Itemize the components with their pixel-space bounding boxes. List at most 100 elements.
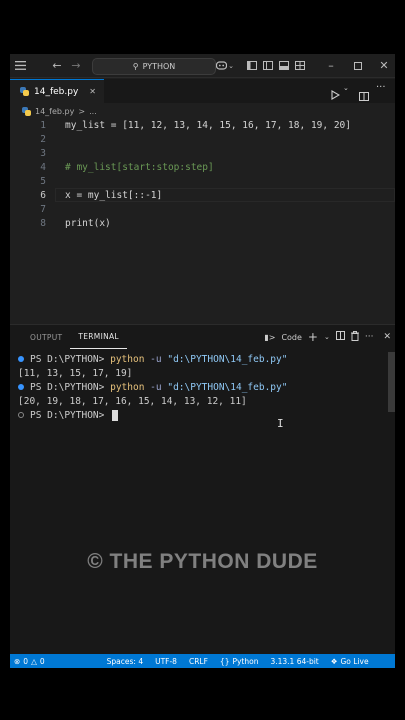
code-comment: # my_list[start:stop:step]: [65, 161, 214, 173]
braces-icon: {}: [219, 656, 230, 666]
encoding-setting[interactable]: UTF-8: [149, 657, 183, 666]
code-line: 3: [10, 146, 395, 160]
go-live-label: Go Live: [340, 656, 369, 666]
run-python-file-icon[interactable]: [331, 85, 341, 104]
breadcrumb: 14_feb.py > ...: [10, 104, 395, 118]
terminal-prompt: PS D:\PYTHON>: [30, 409, 105, 421]
mouse-ibeam-cursor-icon: I: [277, 417, 284, 430]
tab-terminal[interactable]: TERMINAL: [70, 325, 127, 349]
line-number: 8: [40, 217, 46, 229]
customize-layout-icon[interactable]: [294, 54, 306, 78]
tab-14-feb-py[interactable]: 14_feb.py ✕: [10, 79, 104, 103]
code-editor[interactable]: 1 my_list = [11, 12, 13, 14, 15, 16, 17,…: [10, 118, 395, 323]
toggle-primary-sidebar-icon[interactable]: [246, 54, 258, 78]
python-file-icon: [20, 87, 29, 96]
code-line-active: 6 x = my_list[::-1]: [10, 188, 395, 202]
terminal-command: python: [110, 381, 145, 393]
code-line: 8 print(x): [10, 216, 395, 230]
line-number: 3: [40, 147, 46, 159]
problems-indicator[interactable]: ⊗ 0 △ 0: [10, 657, 51, 666]
run-options-chevron-icon[interactable]: ⌄: [343, 84, 349, 92]
close-panel-icon[interactable]: ✕: [383, 332, 391, 342]
terminal-command: python: [110, 353, 145, 365]
python-interpreter[interactable]: 3.13.1 64-bit: [264, 657, 324, 666]
terminal-output-line: [11, 13, 15, 17, 19]: [18, 366, 388, 380]
breadcrumb-file[interactable]: 14_feb.py: [35, 107, 74, 116]
terminal-flag: -u: [150, 381, 162, 393]
trash-icon[interactable]: [350, 330, 359, 344]
tab-label: 14_feb.py: [34, 86, 79, 97]
tab-close-icon[interactable]: ✕: [89, 87, 96, 96]
line-number: 7: [40, 203, 46, 215]
line-number: 5: [40, 175, 46, 187]
terminal-path: "d:\PYTHON\14_feb.py": [167, 353, 288, 365]
line-number: 6: [40, 189, 46, 201]
editor-tab-bar: 14_feb.py ✕ ⌄ ···: [10, 79, 395, 103]
warning-count: 0: [39, 656, 45, 666]
more-actions-icon[interactable]: ···: [376, 82, 386, 93]
status-bar: ⊗ 0 △ 0 Spaces: 4 UTF-8 CRLF {} Python 3…: [10, 654, 395, 668]
breadcrumb-more[interactable]: ...: [89, 107, 97, 116]
tab-output[interactable]: OUTPUT: [22, 325, 70, 349]
command-center-label: PYTHON: [142, 62, 176, 71]
line-number: 4: [40, 161, 46, 173]
error-count: 0: [23, 656, 29, 666]
toggle-secondary-sidebar-icon[interactable]: [262, 54, 274, 78]
menu-icon[interactable]: [12, 54, 28, 78]
chevron-down-icon[interactable]: ⌄: [227, 54, 235, 78]
command-pending-dot: [18, 412, 24, 418]
code-line: 4 # my_list[start:stop:step]: [10, 160, 395, 174]
warning-icon: △: [31, 656, 37, 666]
terminal-command-line: PS D:\PYTHON> python -u "d:\PYTHON\14_fe…: [18, 352, 388, 366]
command-center-search[interactable]: ⚲ PYTHON: [92, 58, 216, 75]
terminal-output[interactable]: PS D:\PYTHON> python -u "d:\PYTHON\14_fe…: [18, 352, 388, 422]
code-line: 7: [10, 202, 395, 216]
close-icon[interactable]: ✕: [378, 54, 390, 78]
code-line: 1 my_list = [11, 12, 13, 14, 15, 16, 17,…: [10, 118, 395, 132]
error-icon: ⊗: [14, 656, 21, 666]
terminal-profile-label[interactable]: Code: [281, 333, 301, 342]
split-editor-icon[interactable]: [359, 86, 369, 105]
terminal-prompt: PS D:\PYTHON>: [30, 353, 105, 365]
watermark: © THE PYTHON DUDE: [87, 550, 318, 573]
terminal-scrollbar[interactable]: [388, 352, 395, 412]
eol-setting[interactable]: CRLF: [183, 657, 214, 666]
indentation-setting[interactable]: Spaces: 4: [101, 657, 149, 666]
new-terminal-icon[interactable]: +: [308, 330, 318, 344]
terminal-cursor: [112, 409, 119, 421]
terminal-path: "d:\PYTHON\14_feb.py": [167, 381, 288, 393]
breadcrumb-separator: >: [78, 106, 86, 116]
maximize-icon[interactable]: [352, 54, 364, 78]
toggle-panel-icon[interactable]: [278, 54, 290, 78]
terminal-output-1: [11, 13, 15, 17, 19]: [18, 367, 133, 379]
title-bar: ← → ⚲ PYTHON ⌄ – ✕: [10, 54, 395, 78]
code-text: x = my_list[::-1]: [65, 189, 163, 201]
split-terminal-icon[interactable]: [335, 331, 345, 343]
go-live-button[interactable]: ❖ Go Live: [325, 657, 375, 666]
terminal-output-line: [20, 19, 18, 17, 16, 15, 14, 13, 12, 11]: [18, 394, 388, 408]
panel-actions: ▮> Code + ⌄ ··· ✕: [264, 325, 391, 349]
code-text: my_list = [11, 12, 13, 14, 15, 16, 17, 1…: [65, 119, 351, 131]
line-number: 1: [40, 119, 46, 131]
python-file-icon: [22, 106, 31, 116]
copilot-icon[interactable]: [214, 54, 228, 78]
command-success-dot[interactable]: [18, 356, 24, 362]
terminal-output-2: [20, 19, 18, 17, 16, 15, 14, 13, 12, 11]: [18, 395, 247, 407]
terminal-dropdown-chevron-icon[interactable]: ⌄: [324, 333, 330, 341]
terminal-flag: -u: [150, 353, 162, 365]
code-line: 5: [10, 174, 395, 188]
terminal-prompt-line: PS D:\PYTHON>: [18, 408, 388, 422]
language-label: Python: [232, 656, 259, 666]
code-line: 2: [10, 132, 395, 146]
minimize-icon[interactable]: –: [325, 54, 337, 78]
bottom-panel: OUTPUT TERMINAL ▮> Code + ⌄ ··· ✕ PS D:\…: [10, 324, 395, 654]
command-success-dot[interactable]: [18, 384, 24, 390]
code-text: print(x): [65, 217, 111, 229]
forward-arrow-icon[interactable]: →: [69, 54, 83, 78]
broadcast-icon: ❖: [330, 656, 338, 666]
back-arrow-icon[interactable]: ←: [50, 54, 64, 78]
more-actions-icon[interactable]: ···: [365, 332, 374, 342]
language-mode[interactable]: {} Python: [214, 657, 265, 666]
vscode-window: ← → ⚲ PYTHON ⌄ – ✕ 14_feb.py ✕ ⌄ ··· 14_…: [10, 54, 395, 668]
search-icon: ⚲: [132, 62, 139, 71]
